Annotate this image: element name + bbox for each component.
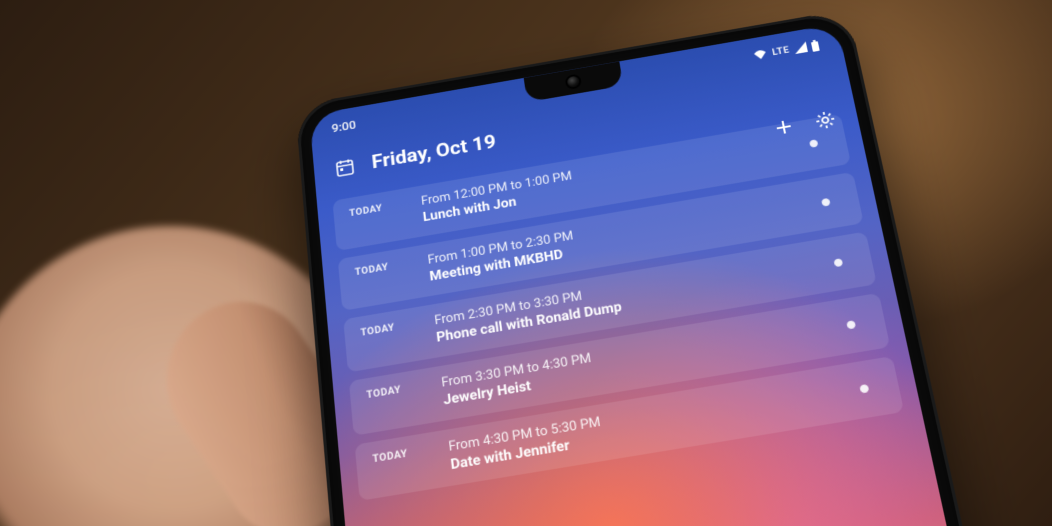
event-color-dot bbox=[821, 197, 831, 206]
status-time: 9:00 bbox=[331, 118, 357, 135]
settings-button[interactable] bbox=[814, 109, 838, 130]
event-color-dot bbox=[833, 258, 843, 267]
battery-icon bbox=[810, 39, 821, 52]
event-color-dot bbox=[809, 139, 818, 148]
calendar-icon bbox=[335, 157, 356, 178]
event-day-label: TODAY bbox=[372, 441, 443, 466]
front-camera bbox=[567, 76, 580, 88]
event-color-dot bbox=[859, 383, 869, 392]
cellular-signal-icon bbox=[793, 41, 808, 54]
gear-icon bbox=[814, 109, 838, 130]
photo-background: 9:00 LTE bbox=[0, 0, 1052, 526]
event-day-label: TODAY bbox=[354, 255, 422, 278]
network-type-label: LTE bbox=[771, 45, 790, 57]
add-event-button[interactable] bbox=[772, 117, 795, 138]
event-day-label: TODAY bbox=[366, 377, 436, 401]
date-title: Friday, Oct 19 bbox=[371, 131, 497, 174]
event-color-dot bbox=[846, 320, 856, 329]
event-day-label: TODAY bbox=[349, 196, 416, 219]
status-indicators: LTE bbox=[753, 39, 821, 62]
phone-device: 9:00 LTE bbox=[295, 9, 1018, 526]
event-day-label: TODAY bbox=[360, 315, 429, 339]
wifi-icon bbox=[753, 48, 769, 61]
plus-icon bbox=[772, 117, 795, 138]
